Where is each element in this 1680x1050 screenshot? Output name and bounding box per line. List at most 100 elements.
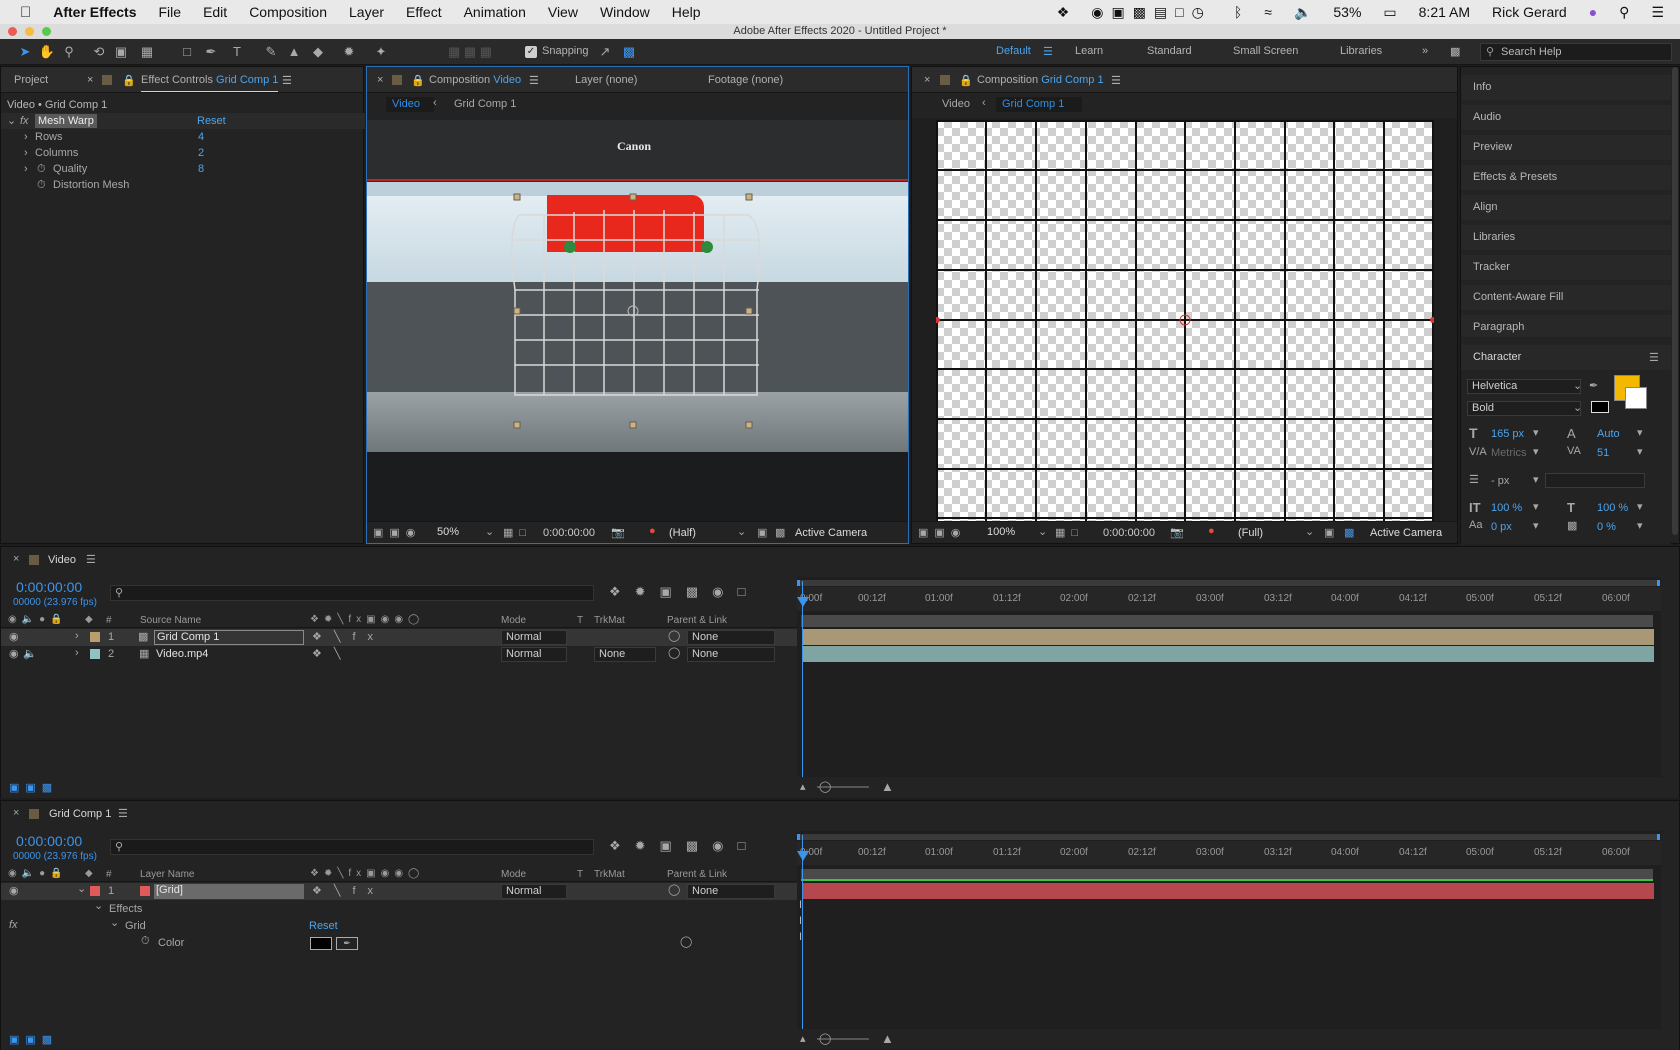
resolution-dropdown[interactable]: (Full) (1238, 527, 1263, 539)
chevron-down-icon[interactable]: ▾ (1637, 519, 1643, 532)
parent-dropdown[interactable]: None (687, 647, 775, 662)
panel-libraries[interactable]: Libraries (1461, 217, 1671, 250)
menu-effect[interactable]: Effect (395, 4, 453, 20)
track-matte-dropdown[interactable]: None (594, 647, 656, 662)
column-trkmat[interactable]: TrkMat (594, 869, 625, 880)
chevron-down-icon[interactable]: ▾ (1533, 519, 1539, 532)
playhead-icon[interactable] (797, 597, 809, 607)
color-swatch[interactable] (310, 937, 332, 950)
axis-mode-icons[interactable]: ▦ ▦ ▦ (440, 43, 500, 61)
chevron-down-icon[interactable]: ▾ (1533, 445, 1539, 458)
menu-view[interactable]: View (537, 4, 589, 20)
param-value[interactable]: 2 (198, 145, 204, 161)
current-time-timecode[interactable]: 0:00:00:00 (16, 833, 82, 849)
battery-percent[interactable]: 53% (1322, 4, 1372, 20)
panel-content-aware-fill[interactable]: Content-Aware Fill (1461, 277, 1671, 310)
puppet-pin-tool-icon[interactable]: ✦ (372, 43, 390, 61)
transparency-grid-icon[interactable]: ▩ (775, 526, 785, 539)
snapping-checkbox[interactable]: ✓ (525, 46, 537, 58)
zoom-level-dropdown[interactable]: 100% (987, 526, 1015, 538)
tab-footage[interactable]: Footage (none) (708, 74, 783, 86)
chevron-down-icon[interactable]: ⌄ (1305, 525, 1314, 538)
lock-toggle-icon[interactable]: 🔒 (411, 74, 425, 87)
tracking-value[interactable]: 51 (1597, 447, 1609, 459)
blend-mode-dropdown[interactable]: Normal (501, 647, 567, 662)
camera-tool-icon[interactable]: ▣ (112, 43, 130, 61)
parent-dropdown[interactable]: None (687, 884, 775, 899)
snap-features-icon[interactable]: ▩ (620, 43, 638, 61)
visibility-eye-icon[interactable]: ◉ (9, 647, 19, 660)
panel-align[interactable]: Align (1461, 187, 1671, 220)
menu-composition[interactable]: Composition (238, 4, 338, 20)
playhead-icon[interactable] (797, 851, 809, 861)
layer-bar-grid-comp[interactable] (802, 629, 1654, 645)
fx-icon[interactable]: fx (9, 919, 18, 931)
footer-toggle-icons[interactable]: ▣▣▩ (9, 1033, 58, 1046)
snapshot-icon[interactable]: 📷 (1170, 526, 1184, 539)
layer-search-input[interactable]: ⚲ (110, 585, 594, 601)
transparency-grid-icon[interactable]: ▩ (1344, 526, 1354, 539)
chevron-right-icon[interactable]: › (75, 630, 79, 642)
current-time-timecode[interactable]: 0:00:00:00 (16, 579, 82, 595)
layer-label-color[interactable] (90, 632, 100, 642)
close-tab-icon[interactable]: × (924, 74, 930, 86)
panel-preview[interactable]: Preview (1461, 127, 1671, 160)
table-row[interactable]: ◉ › 1 ▩ Grid Comp 1 ❖╲fx Normal ◯ None (1, 629, 797, 646)
param-rows[interactable]: › Rows 4 (1, 129, 365, 145)
slider-thumb-icon[interactable]: ◯ (819, 780, 831, 793)
chevron-right-icon[interactable]: › (24, 145, 28, 161)
timeline-tab-name[interactable]: Grid Comp 1 (49, 808, 111, 820)
chevron-down-icon[interactable]: ⌄ (737, 525, 746, 538)
zoom-out-icon[interactable]: ▴ (800, 780, 806, 793)
menu-animation[interactable]: Animation (453, 4, 537, 20)
close-tab-icon[interactable]: × (87, 74, 93, 86)
param-columns[interactable]: › Columns 2 (1, 145, 365, 161)
rotate-tool-icon[interactable]: ⟲ (90, 43, 108, 61)
flow-grid-comp[interactable]: Grid Comp 1 (996, 97, 1082, 112)
timeline-tab-name[interactable]: Video (48, 554, 76, 566)
panel-audio[interactable]: Audio (1461, 97, 1671, 130)
current-time-display[interactable]: 0:00:00:00 (543, 527, 595, 539)
region-icons[interactable]: ▦□ (1055, 526, 1084, 539)
volume-icon[interactable]: 🔈 (1283, 4, 1322, 21)
chevron-right-icon[interactable]: › (24, 161, 28, 177)
layer-label-color[interactable] (90, 649, 100, 659)
layer-name[interactable]: [Grid] (154, 884, 304, 899)
visibility-eye-icon[interactable]: ◉ (9, 630, 19, 643)
clone-stamp-tool-icon[interactable]: ▲ (285, 43, 303, 61)
menu-help[interactable]: Help (661, 4, 712, 20)
chevron-down-icon[interactable]: ⌄ (7, 113, 16, 129)
current-time-indicator[interactable] (802, 835, 803, 1029)
lock-toggle-icon[interactable]: 🔒 (959, 74, 973, 87)
workspace-learn[interactable]: Learn (1075, 45, 1103, 57)
panel-menu-icon[interactable]: ☰ (86, 553, 96, 566)
region-interest-icon[interactable]: ▣ (1324, 526, 1334, 539)
workspace-standard[interactable]: Standard (1147, 45, 1192, 57)
video-viewport[interactable]: Canon (367, 120, 908, 521)
column-layer-name[interactable]: Layer Name (140, 869, 194, 880)
layer-name[interactable]: Grid Comp 1 (154, 630, 304, 645)
workspace-small-screen[interactable]: Small Screen (1233, 45, 1298, 57)
region-icons[interactable]: ▦□ (503, 526, 532, 539)
leading-value[interactable]: Auto (1597, 428, 1620, 440)
stopwatch-icon[interactable]: ⏱ (141, 935, 150, 948)
pickwhip-icon[interactable]: ◯ (668, 629, 680, 642)
layer-bar-grid[interactable] (802, 883, 1654, 899)
more-workspaces-icon[interactable]: » (1422, 45, 1428, 57)
current-time-indicator[interactable] (802, 581, 803, 777)
param-quality[interactable]: › ⏱ Quality 8 (1, 161, 365, 177)
panel-menu-icon[interactable]: ☰ (529, 74, 539, 87)
pan-behind-tool-icon[interactable]: ▦ (138, 43, 156, 61)
menu-edit[interactable]: Edit (192, 4, 238, 20)
minimize-window-button[interactable] (25, 27, 34, 36)
close-window-button[interactable] (8, 27, 17, 36)
workspace-toggle-icon[interactable]: ▩ (1450, 45, 1460, 58)
timeline-switch-icons[interactable]: ❖✹▣▩◉□ (609, 838, 759, 854)
panel-menu-icon[interactable]: ☰ (1649, 351, 1659, 364)
snapshot-icon[interactable]: 📷 (611, 526, 625, 539)
eyedropper-icon[interactable]: ✒ (336, 937, 358, 950)
swap-colors-icon[interactable] (1591, 401, 1609, 413)
stroke-style-dropdown[interactable] (1545, 473, 1645, 488)
param-distortion-mesh[interactable]: ⏱ Distortion Mesh (1, 177, 365, 193)
hand-tool-icon[interactable]: ✋ (38, 43, 56, 61)
